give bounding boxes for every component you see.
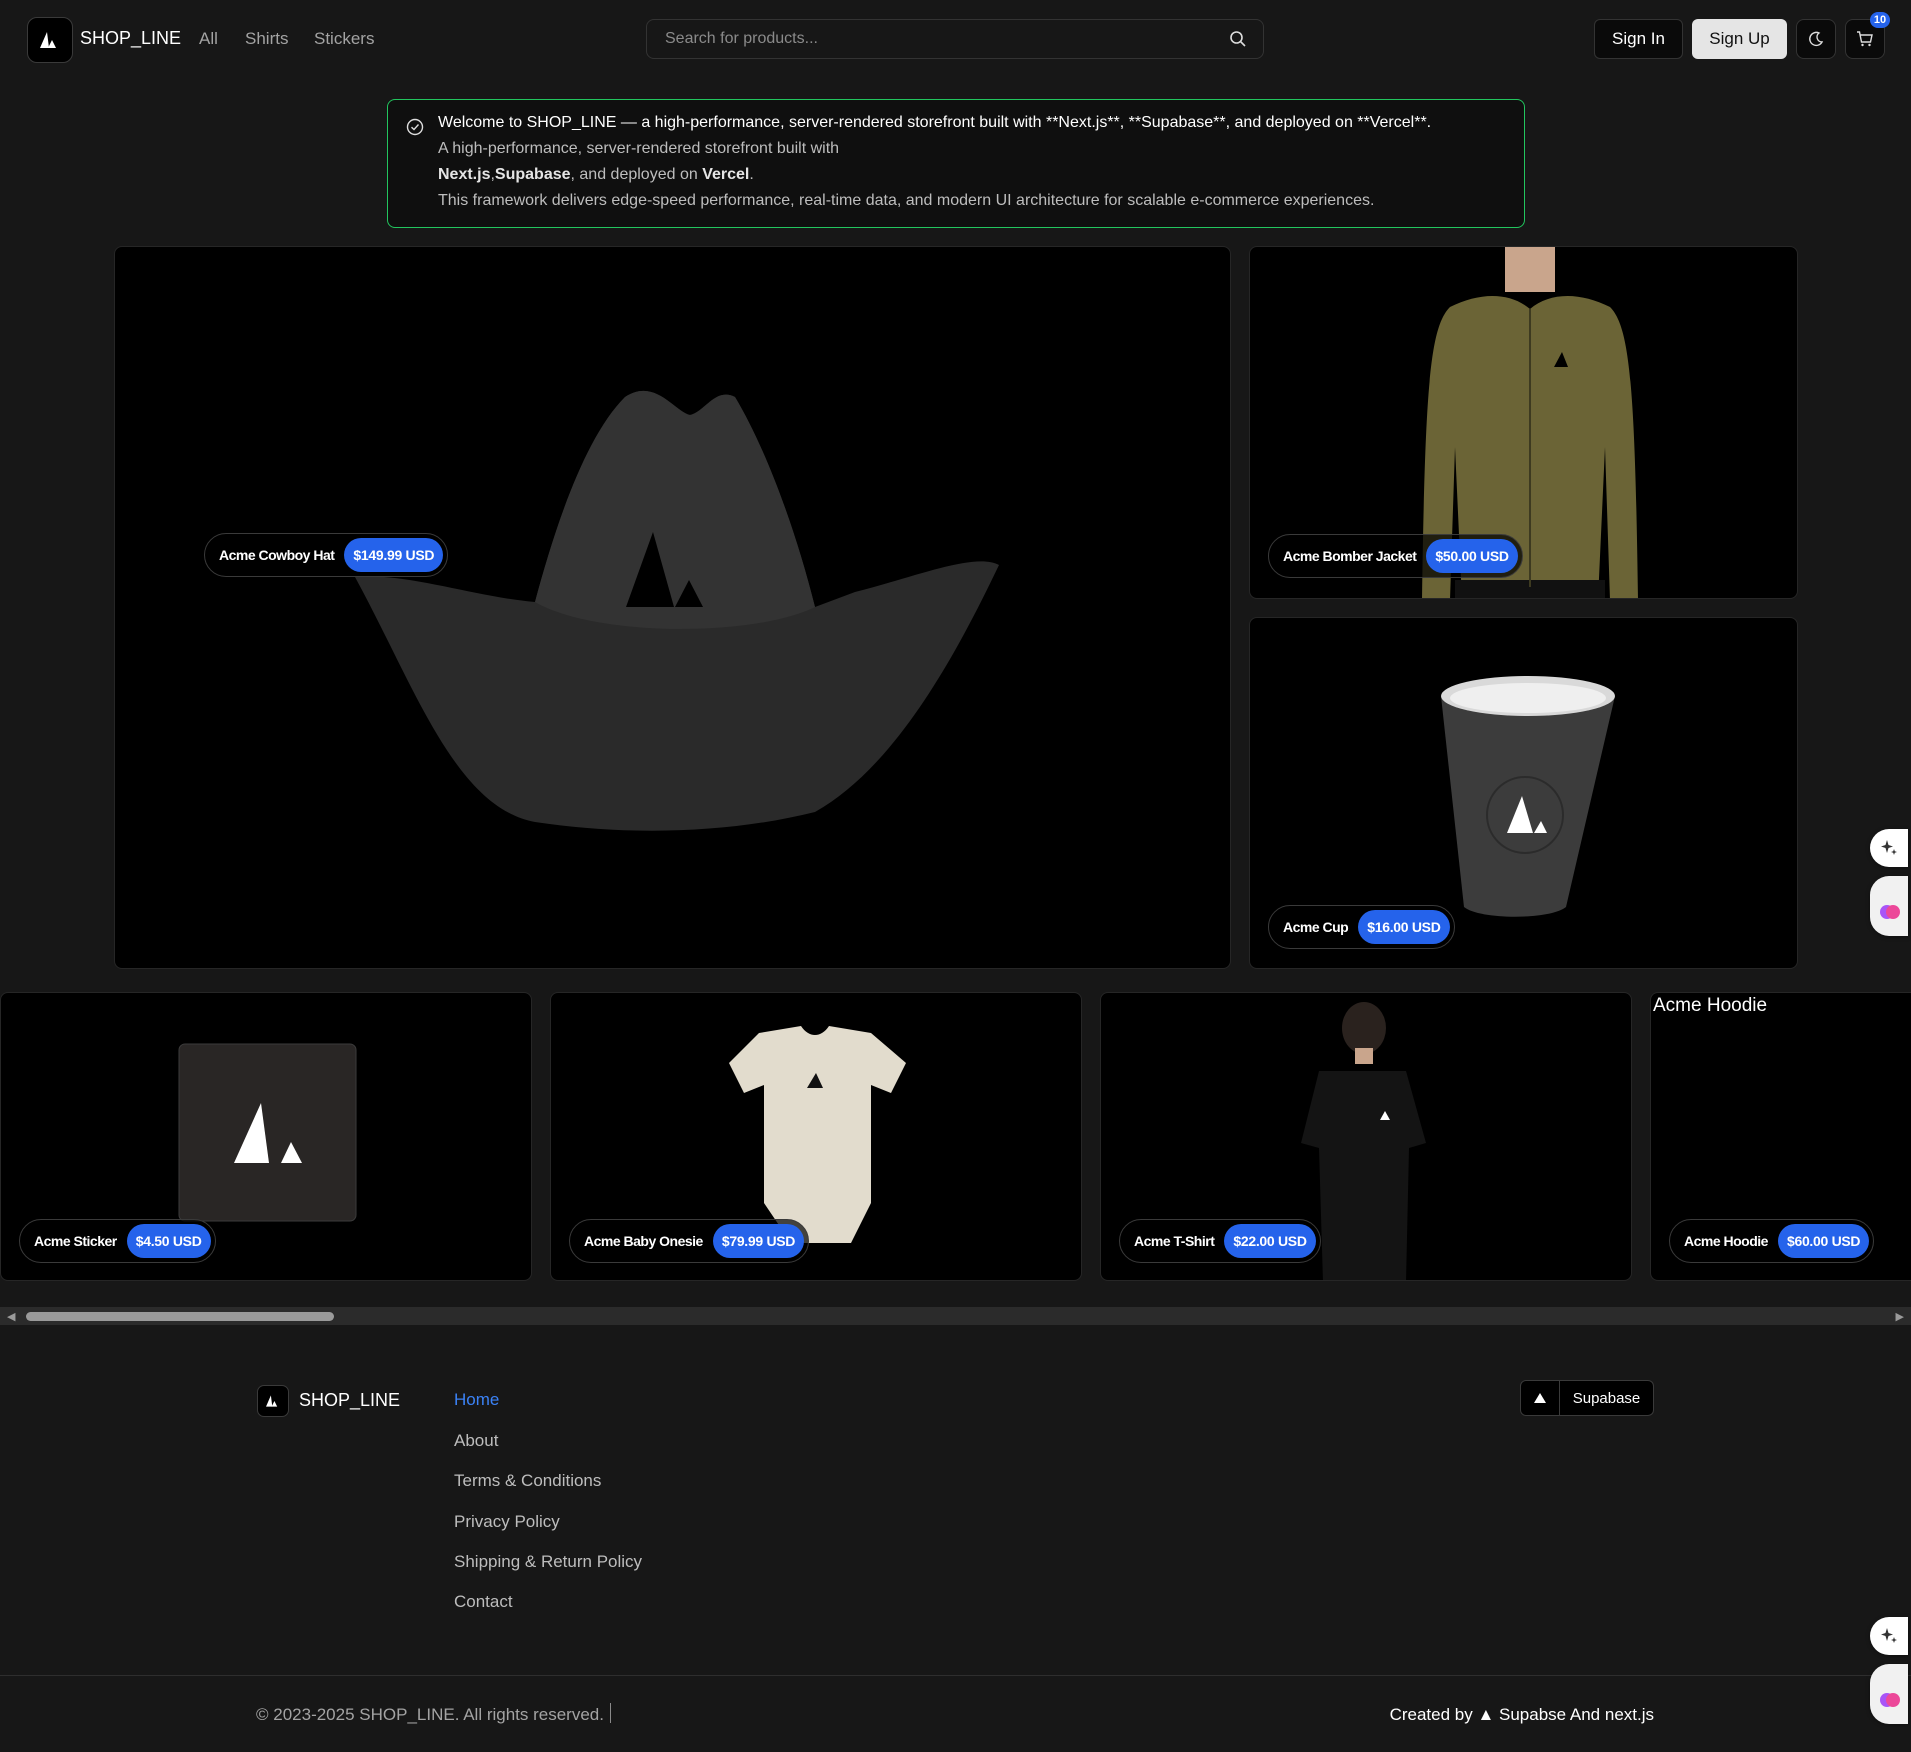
product-tile-tshirt[interactable]: Acme T-Shirt $22.00 USD: [1100, 992, 1632, 1281]
footer-link-terms[interactable]: Terms & Conditions: [454, 1471, 601, 1491]
nav-stickers[interactable]: Stickers: [314, 29, 374, 49]
product-tile-cup[interactable]: Acme Cup $16.00 USD: [1249, 617, 1798, 969]
search-icon[interactable]: [1229, 30, 1247, 53]
product-price: $4.50 USD: [126, 1224, 211, 1258]
footer-link-shipping[interactable]: Shipping & Return Policy: [454, 1552, 642, 1572]
product-name: Acme Bomber Jacket: [1283, 548, 1417, 564]
product-price: $16.00 USD: [1358, 910, 1450, 944]
banner-line-2: A high-performance, server-rendered stor…: [438, 140, 840, 157]
product-label[interactable]: Acme Baby Onesie $79.99 USD: [569, 1219, 810, 1263]
footer-link-about[interactable]: About: [454, 1431, 498, 1451]
deploy-button-label: Supabase: [1572, 1389, 1641, 1407]
cart-button[interactable]: 10: [1845, 12, 1890, 59]
footer-logo-icon[interactable]: [257, 1385, 289, 1417]
footer-divider: [0, 1675, 1911, 1676]
banner-vercel: Vercel: [702, 166, 750, 183]
product-label[interactable]: Acme Cowboy Hat $149.99 USD: [204, 533, 449, 577]
footer-brand-name[interactable]: SHOP_LINE: [299, 1390, 400, 1411]
scroll-left-icon[interactable]: ◀: [7, 1310, 15, 1323]
product-name: Acme Sticker: [34, 1233, 117, 1249]
sparkle-icon: [1881, 840, 1897, 855]
ai-sparkle-button-2[interactable]: [1870, 1617, 1908, 1655]
nav-all[interactable]: All: [199, 29, 218, 49]
product-tile-baby-onesie[interactable]: Acme Baby Onesie $79.99 USD: [550, 992, 1082, 1281]
vertical-divider: [610, 1703, 611, 1723]
site-header: SHOP_LINE All Shirts Stickers Search for…: [0, 0, 1911, 78]
product-price: $22.00 USD: [1224, 1224, 1316, 1258]
search-input[interactable]: Search for products...: [646, 19, 1264, 59]
welcome-banner: Welcome to SHOP_LINE — a high-performanc…: [387, 99, 1525, 228]
broken-image-alt: Acme Hoodie: [1653, 995, 1768, 1016]
deploy-button[interactable]: Supabase: [1520, 1380, 1654, 1416]
sign-up-button[interactable]: Sign Up: [1692, 19, 1787, 59]
product-price: $79.99 USD: [712, 1224, 805, 1258]
cart-count-badge: 10: [1870, 12, 1890, 28]
product-label[interactable]: Acme Sticker $4.50 USD: [19, 1219, 216, 1263]
product-tile-bomber-jacket[interactable]: Acme Bomber Jacket $50.00 USD: [1249, 246, 1798, 599]
assistant-widget[interactable]: [1870, 876, 1908, 936]
product-label[interactable]: Acme Cup $16.00 USD: [1268, 905, 1455, 949]
assistant-widget-2[interactable]: [1870, 1664, 1908, 1724]
product-label[interactable]: Acme Bomber Jacket $50.00 USD: [1268, 534, 1523, 578]
product-price: $60.00 USD: [1777, 1224, 1870, 1258]
cart-icon: [1857, 31, 1873, 47]
product-name: Acme Baby Onesie: [584, 1233, 703, 1249]
banner-nextjs: Next.js: [438, 166, 491, 183]
product-price: $50.00 USD: [1426, 539, 1518, 573]
footer-link-home[interactable]: Home: [454, 1390, 499, 1410]
brain-icon: [1880, 905, 1900, 919]
search-placeholder: Search for products...: [665, 30, 818, 47]
moon-icon: [1809, 31, 1824, 47]
banner-line-4: This framework delivers edge-speed perfo…: [438, 192, 1375, 209]
product-name: Acme Cup: [1283, 919, 1349, 935]
credits-text[interactable]: Created by ▲ Supabse And next.js: [1390, 1705, 1654, 1725]
product-tile-sticker[interactable]: Acme Sticker $4.50 USD: [0, 992, 532, 1281]
product-tile-hoodie[interactable]: Acme Hoodie Acme Hoodie $60.00 USD: [1650, 992, 1911, 1281]
product-tile-cowboy-hat[interactable]: Acme Cowboy Hat $149.99 USD: [114, 246, 1231, 969]
product-name: Acme Cowboy Hat: [219, 547, 335, 563]
footer-link-privacy[interactable]: Privacy Policy: [454, 1512, 560, 1532]
banner-line-3: Next.js,Supabase, and deployed on Vercel…: [438, 166, 754, 184]
sparkle-icon: [1881, 1628, 1897, 1643]
theme-toggle-button[interactable]: [1796, 19, 1836, 59]
scrollbar-thumb[interactable]: [26, 1312, 334, 1321]
banner-supabase: Supabase: [494, 166, 571, 183]
banner-deployed-text: , and deployed on: [570, 166, 703, 183]
brand-name[interactable]: SHOP_LINE: [80, 28, 181, 49]
footer-link-contact[interactable]: Contact: [454, 1592, 513, 1612]
ai-sparkle-button[interactable]: [1870, 829, 1908, 867]
product-name: Acme T-Shirt: [1134, 1233, 1215, 1249]
horizontal-scrollbar[interactable]: ◀ ▶: [0, 1307, 1911, 1325]
logo-icon[interactable]: [27, 17, 73, 63]
brain-icon: [1880, 1693, 1900, 1707]
cowboy-hat-image: [355, 390, 999, 831]
triangle-icon: [1521, 1381, 1560, 1415]
banner-title: Welcome to SHOP_LINE — a high-performanc…: [438, 114, 1432, 131]
copyright-text: © 2023-2025 SHOP_LINE. All rights reserv…: [256, 1705, 604, 1724]
product-label[interactable]: Acme Hoodie $60.00 USD: [1669, 1219, 1875, 1263]
check-circle-icon: [406, 118, 424, 141]
nav-shirts[interactable]: Shirts: [245, 29, 288, 49]
product-label[interactable]: Acme T-Shirt $22.00 USD: [1119, 1219, 1321, 1263]
banner-period: .: [749, 166, 754, 183]
product-price: $149.99 USD: [344, 538, 444, 572]
scroll-right-icon[interactable]: ▶: [1896, 1310, 1904, 1323]
product-name: Acme Hoodie: [1684, 1233, 1768, 1249]
sign-in-button[interactable]: Sign In: [1594, 19, 1683, 59]
